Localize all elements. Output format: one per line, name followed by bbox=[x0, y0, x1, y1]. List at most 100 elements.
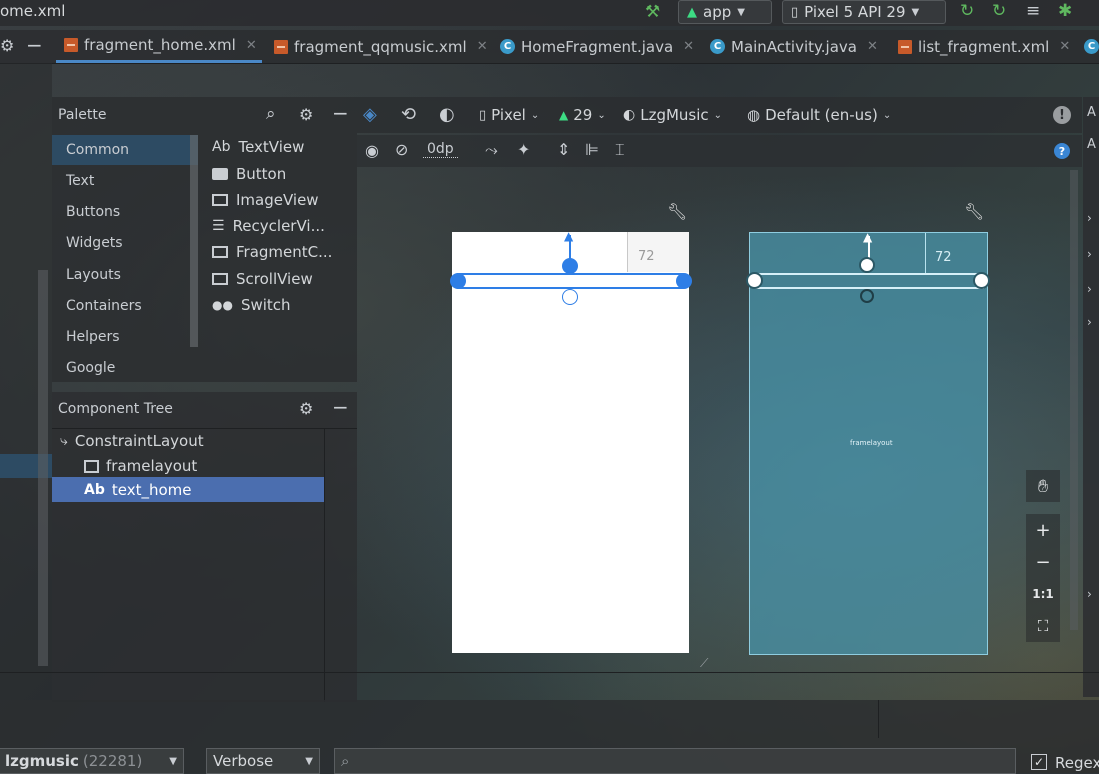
tree-node-text-home[interactable]: Ab text_home bbox=[84, 478, 192, 502]
palette-item-imageview[interactable]: ImageView bbox=[212, 187, 319, 213]
minimize-icon[interactable]: − bbox=[332, 101, 349, 125]
palette-category-google[interactable]: Google bbox=[52, 353, 198, 383]
tab-main-activity-java[interactable]: C MainActivity.java ✕ bbox=[710, 30, 878, 63]
zoom-in-button[interactable]: + bbox=[1026, 514, 1060, 546]
category-scrollbar[interactable] bbox=[190, 135, 198, 347]
close-icon[interactable]: ✕ bbox=[1059, 39, 1070, 54]
palette-item-fragmentcontainer[interactable]: FragmentC... bbox=[212, 239, 332, 265]
locale-dropdown[interactable]: ◍ Default (en-us) ⌄ bbox=[747, 97, 891, 133]
run-config-select[interactable]: ▲ app ▼ bbox=[678, 0, 772, 24]
palette-category-buttons[interactable]: Buttons bbox=[52, 197, 198, 227]
night-mode-icon[interactable]: ◐ bbox=[439, 104, 455, 125]
chevron-down-icon: ⌄ bbox=[597, 109, 606, 121]
palette-item-textview[interactable]: Ab TextView bbox=[212, 134, 304, 160]
canvas-scrollbar[interactable] bbox=[1070, 170, 1078, 630]
chevron-right-icon[interactable]: › bbox=[1087, 211, 1092, 225]
close-icon[interactable]: ✕ bbox=[246, 38, 257, 53]
close-icon[interactable]: ✕ bbox=[477, 39, 488, 54]
magnet-off-icon[interactable]: ⊘ bbox=[395, 140, 408, 159]
pan-hand-icon[interactable]: ✋︎ bbox=[1026, 470, 1060, 502]
palette-panel: Palette ⌕ ⚙ − Common Text Buttons Widget… bbox=[52, 97, 357, 382]
palette-item-button[interactable]: Button bbox=[212, 161, 286, 187]
arrow-up-icon: ▲ bbox=[863, 230, 873, 244]
bottom-anchor-handle[interactable] bbox=[860, 289, 874, 303]
layers-icon[interactable]: ◈ bbox=[363, 104, 377, 125]
minimize-icon[interactable]: − bbox=[332, 395, 349, 419]
resize-handle-icon[interactable]: ⟋ bbox=[700, 656, 708, 671]
clear-constraints-icon[interactable]: ⤳ bbox=[485, 140, 498, 160]
file-breadcrumb[interactable]: ome.xml bbox=[0, 2, 65, 20]
selected-textview[interactable] bbox=[457, 273, 684, 289]
tree-node-framelayout[interactable]: framelayout bbox=[84, 454, 197, 478]
gear-icon[interactable]: ⚙ bbox=[299, 399, 313, 418]
debug-bug-icon[interactable]: ✱ bbox=[1058, 1, 1072, 21]
design-surface[interactable]: 72 ▲ bbox=[450, 229, 692, 653]
top-anchor-handle[interactable] bbox=[859, 257, 875, 273]
left-anchor-handle[interactable] bbox=[746, 272, 763, 289]
editor-tabs: ⚙ − fragment_home.xml ✕ fragment_qqmusic… bbox=[0, 30, 1099, 64]
default-margin-value[interactable]: 0dp bbox=[423, 141, 458, 158]
build-hammer-icon[interactable]: ⚒ bbox=[645, 2, 660, 22]
top-anchor-handle[interactable] bbox=[562, 258, 578, 274]
zoom-to-fit-icon[interactable]: ⛶ bbox=[1026, 610, 1060, 642]
theme-dropdown[interactable]: ◐ LzgMusic ⌄ bbox=[623, 97, 722, 133]
tab-overflow[interactable]: C bbox=[1084, 30, 1099, 63]
sync-icon[interactable]: ≡ bbox=[1026, 1, 1040, 21]
tab-list-fragment-xml[interactable]: list_fragment.xml ✕ bbox=[898, 30, 1070, 63]
warning-icon[interactable]: ! bbox=[1053, 106, 1071, 124]
palette-category-helpers[interactable]: Helpers bbox=[52, 322, 198, 352]
logcat-search-input[interactable]: ⌕ bbox=[334, 748, 1016, 774]
orientation-icon[interactable]: ⟲ bbox=[401, 104, 416, 125]
apply-changes-restart-icon[interactable]: ↻ bbox=[960, 1, 974, 21]
help-icon[interactable]: ? bbox=[1054, 143, 1070, 159]
palette-category-widgets[interactable]: Widgets bbox=[52, 228, 198, 258]
palette-category-layouts[interactable]: Layouts bbox=[52, 260, 198, 290]
blueprint-surface[interactable]: 72 ▲ framelayout bbox=[746, 230, 990, 655]
chevron-right-icon[interactable]: › bbox=[1087, 282, 1092, 296]
tree-node-constraintlayout[interactable]: ⤷ ConstraintLayout bbox=[60, 429, 204, 453]
palette-category-common[interactable]: Common bbox=[52, 135, 198, 165]
chevron-right-icon[interactable]: › bbox=[1087, 315, 1092, 329]
process-select[interactable]: lzgmusic (22281) ▼ bbox=[0, 748, 184, 774]
palette-category-text[interactable]: Text bbox=[52, 166, 198, 196]
close-icon[interactable]: ✕ bbox=[683, 39, 694, 54]
divider bbox=[0, 672, 1099, 673]
palette-item-scrollview[interactable]: ScrollView bbox=[212, 266, 313, 292]
close-icon[interactable]: ✕ bbox=[867, 39, 878, 54]
chevron-right-icon[interactable]: › bbox=[1087, 587, 1092, 601]
bottom-anchor-handle[interactable] bbox=[562, 289, 578, 305]
infer-constraints-wand-icon[interactable]: ✦ bbox=[517, 140, 530, 159]
eye-icon[interactable]: ◉ bbox=[365, 141, 379, 160]
search-icon[interactable]: ⌕ bbox=[266, 104, 276, 124]
zoom-actual-size-button[interactable]: 1:1 bbox=[1026, 578, 1060, 610]
tab-fragment-home[interactable]: fragment_home.xml ✕ bbox=[56, 30, 262, 63]
tab-fragment-qqmusic[interactable]: fragment_qqmusic.xml ✕ bbox=[274, 30, 488, 63]
right-anchor-handle[interactable] bbox=[676, 273, 692, 289]
wrench-icon[interactable]: 🔧︎ bbox=[964, 202, 984, 221]
chevron-right-icon[interactable]: › bbox=[1087, 247, 1092, 261]
log-level-select[interactable]: Verbose ▼ bbox=[206, 748, 320, 774]
palette-category-containers[interactable]: Containers bbox=[52, 291, 198, 321]
gear-icon[interactable]: ⚙ bbox=[299, 105, 313, 124]
api-level-dropdown[interactable]: ▲ 29 ⌄ bbox=[559, 97, 606, 133]
attributes-tab-icon[interactable]: A bbox=[1087, 137, 1096, 152]
minimize-icon[interactable]: − bbox=[26, 33, 43, 57]
wrench-icon[interactable]: 🔧︎ bbox=[667, 202, 687, 221]
left-anchor-handle[interactable] bbox=[450, 273, 466, 289]
right-anchor-handle[interactable] bbox=[973, 272, 990, 289]
pack-icon[interactable]: ⇕ bbox=[557, 140, 570, 159]
apply-code-changes-icon[interactable]: ↻ bbox=[992, 1, 1006, 21]
align-icon[interactable]: ⊫ bbox=[585, 140, 599, 159]
palette-item-switch[interactable]: ●● Switch bbox=[212, 292, 291, 318]
blueprint-textview[interactable] bbox=[754, 273, 984, 289]
palette-item-recyclerview[interactable]: ☰ RecyclerVi... bbox=[212, 213, 325, 239]
scrollbar[interactable] bbox=[38, 270, 48, 666]
zoom-out-button[interactable]: − bbox=[1026, 546, 1060, 578]
attributes-tab-icon[interactable]: A bbox=[1087, 105, 1096, 120]
gear-icon[interactable]: ⚙ bbox=[0, 36, 14, 55]
regex-checkbox[interactable]: ✓ bbox=[1031, 754, 1047, 770]
tab-home-fragment-java[interactable]: C HomeFragment.java ✕ bbox=[500, 30, 694, 63]
guidelines-icon[interactable]: ⌶ bbox=[615, 140, 625, 160]
device-select[interactable]: ▯ Pixel 5 API 29 ▼ bbox=[782, 0, 946, 24]
device-dropdown[interactable]: ▯ Pixel ⌄ bbox=[479, 97, 539, 133]
